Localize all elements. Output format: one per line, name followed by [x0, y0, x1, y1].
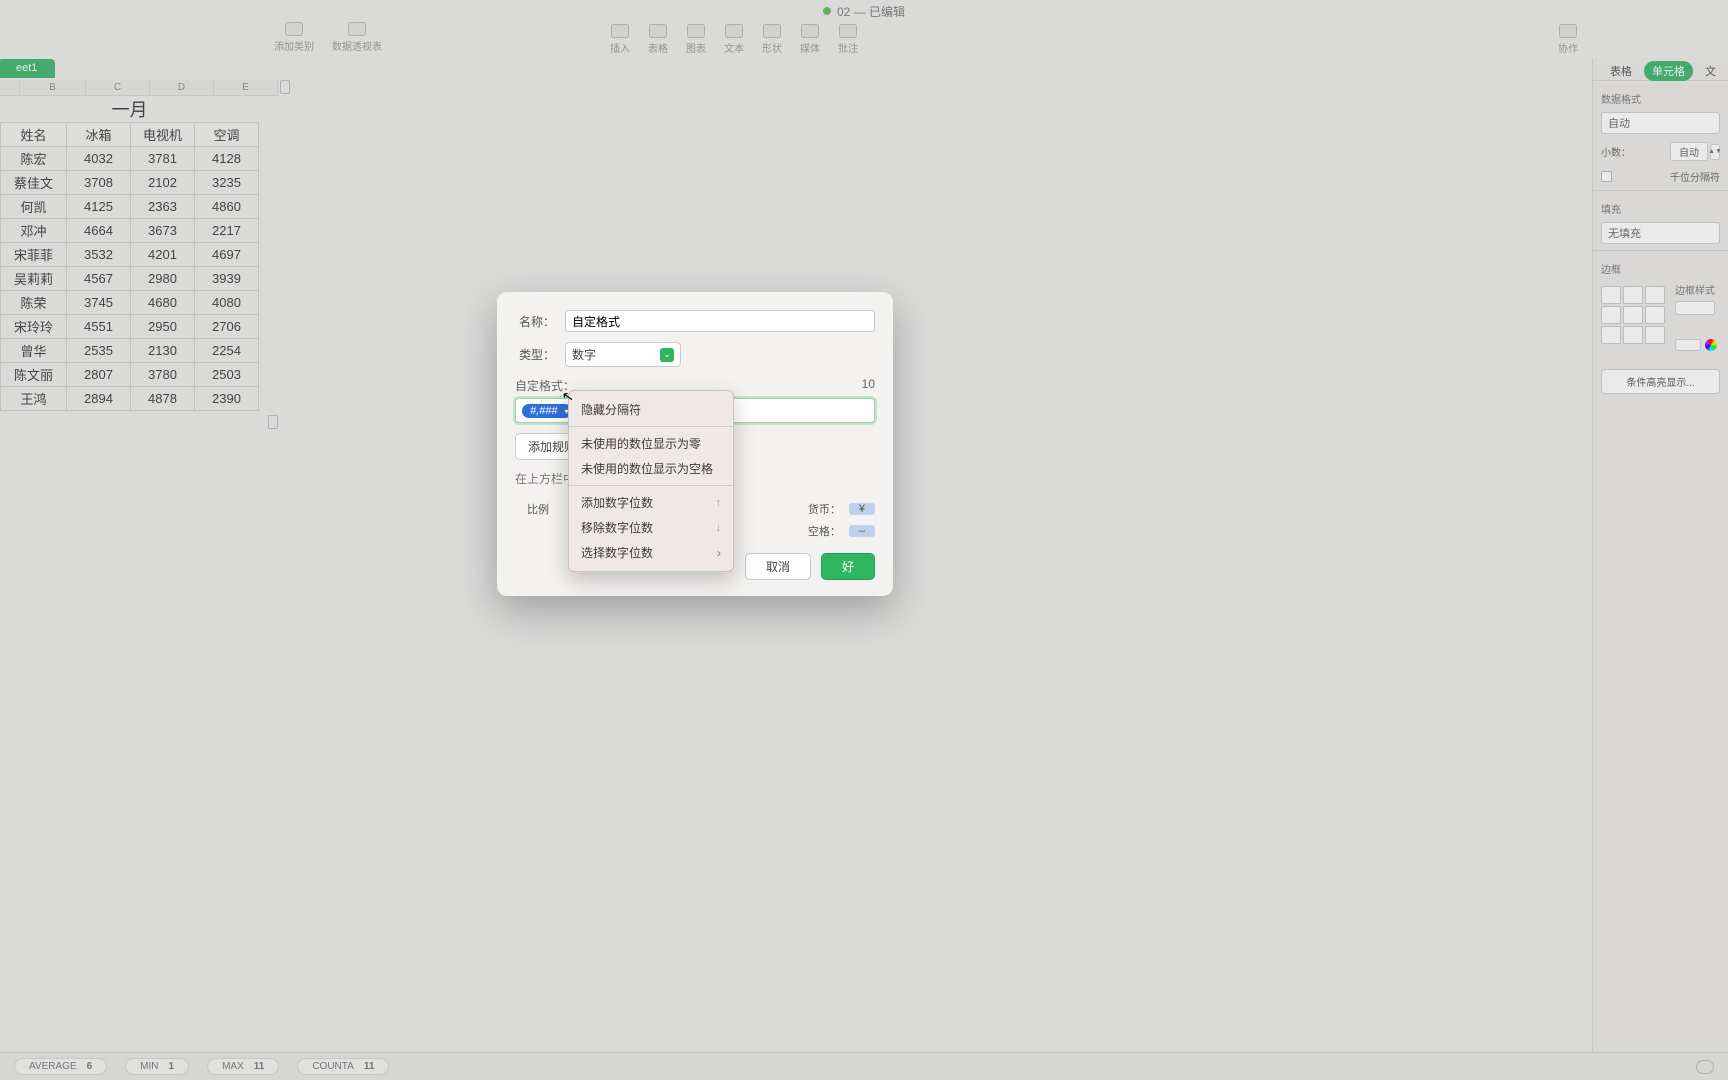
customformat-label: 自定格式： [515, 377, 575, 394]
name-input[interactable] [565, 310, 875, 332]
down-arrow-icon: ↓ [716, 522, 722, 534]
scale-label: 比例 [515, 501, 549, 517]
token-popup-menu: 隐藏分隔符 未使用的数位显示为零 未使用的数位显示为空格 添加数字位数↑ 移除数… [568, 390, 734, 572]
type-select[interactable]: 数字 ⌄ [565, 342, 681, 367]
menu-hide-separator[interactable]: 隐藏分隔符 [569, 397, 733, 422]
menu-unused-as-space[interactable]: 未使用的数位显示为空格 [569, 456, 733, 481]
name-label: 名称： [515, 313, 555, 330]
type-label: 类型： [515, 346, 555, 363]
currency-label: 货币： [807, 501, 841, 517]
format-token[interactable]: #,### ▾ [522, 404, 572, 418]
select-caret-icon: ⌄ [660, 348, 674, 362]
space-label: 空格： [807, 523, 841, 539]
currency-chip[interactable]: ¥ [849, 503, 875, 515]
menu-select-digits[interactable]: 选择数字位数 [569, 540, 733, 565]
menu-remove-digits[interactable]: 移除数字位数↓ [569, 515, 733, 540]
ok-button[interactable]: 好 [821, 553, 875, 580]
menu-unused-as-zero[interactable]: 未使用的数位显示为零 [569, 431, 733, 456]
menu-add-digits[interactable]: 添加数字位数↑ [569, 490, 733, 515]
format-sample: 10 [862, 377, 875, 394]
cancel-button[interactable]: 取消 [745, 553, 811, 580]
up-arrow-icon: ↑ [716, 497, 722, 509]
space-chip[interactable]: – [849, 525, 875, 537]
